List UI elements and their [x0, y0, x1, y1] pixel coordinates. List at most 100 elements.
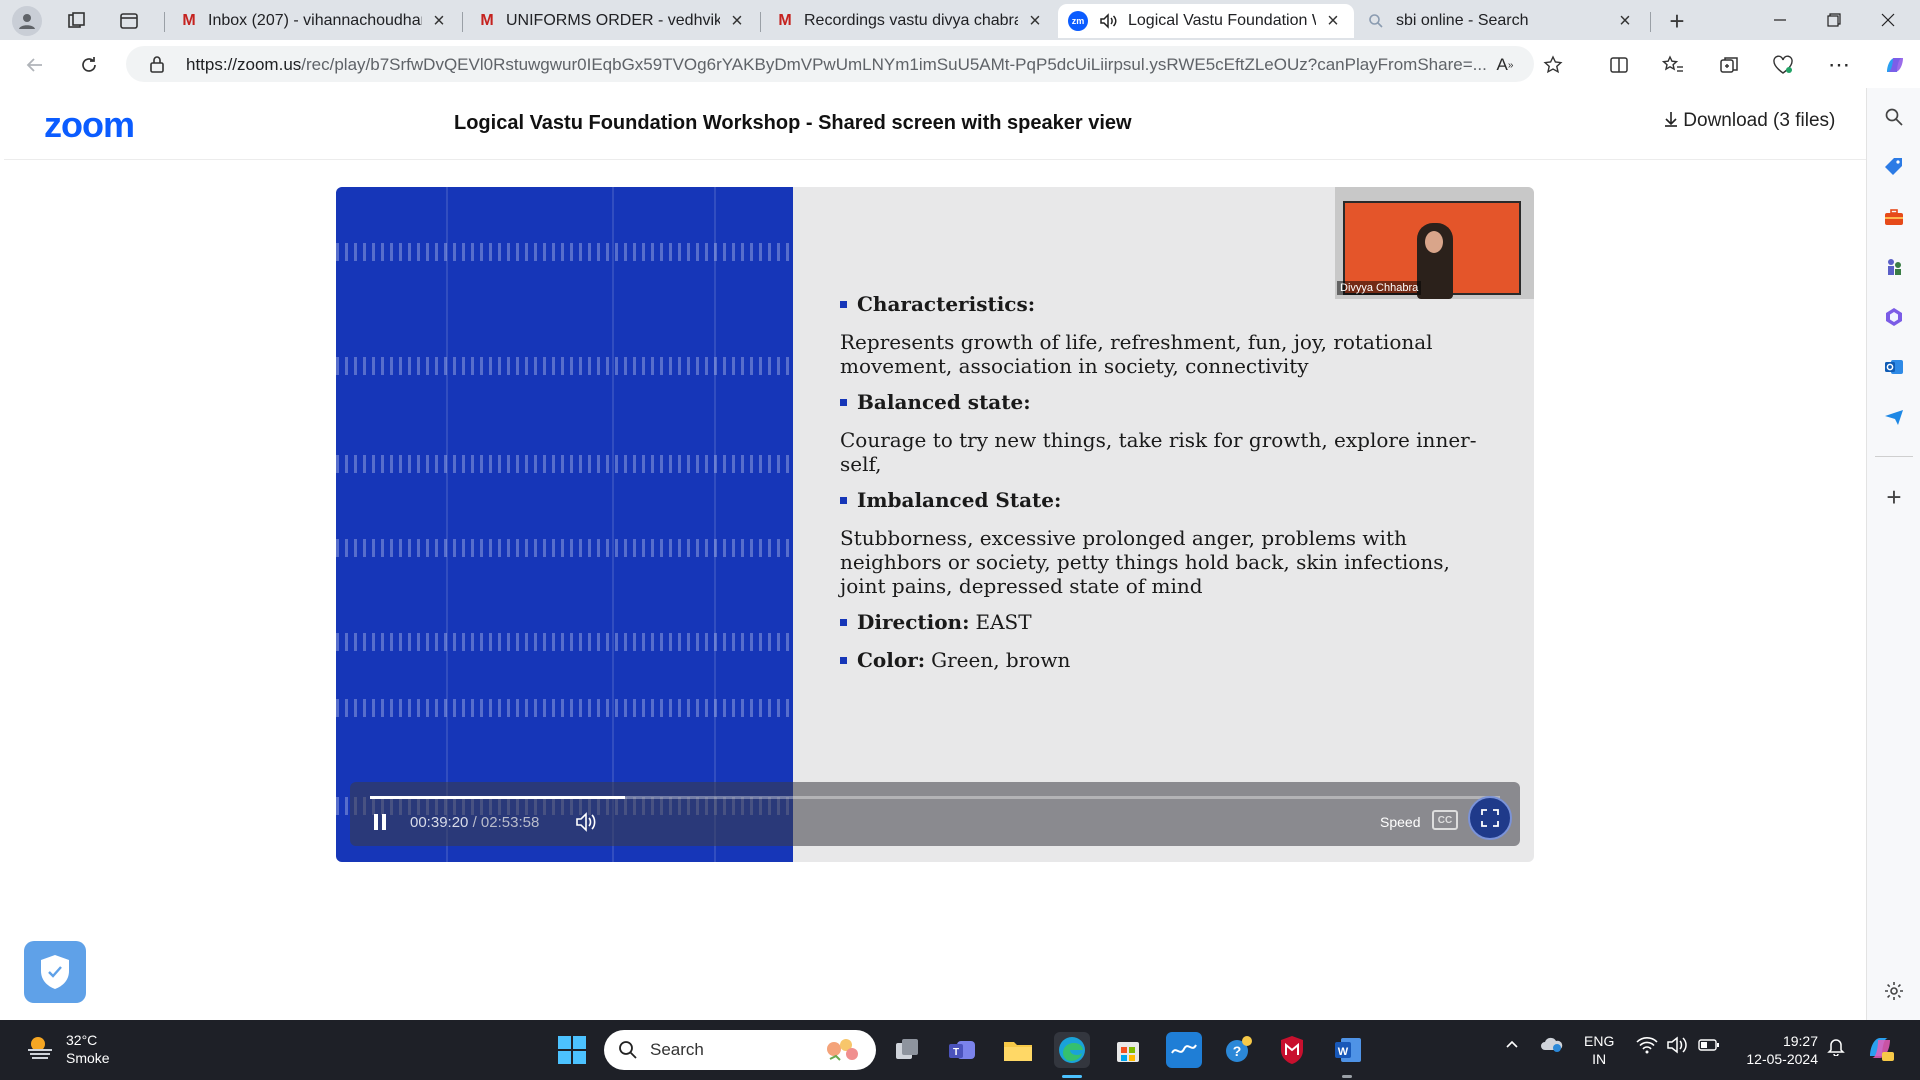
close-window-icon[interactable] — [1858, 0, 1918, 40]
tab-recordings[interactable]: M Recordings vastu divya chabra - × — [766, 4, 1056, 38]
speaker-audio-icon[interactable] — [1098, 11, 1120, 31]
mcafee-shield-icon[interactable] — [1274, 1032, 1310, 1068]
texture-line — [714, 187, 716, 862]
bullet-square-icon — [840, 398, 847, 406]
workspaces-icon[interactable] — [64, 8, 90, 34]
search-placeholder: Search — [650, 1040, 704, 1059]
slide-bullet: Color: Green, brown — [840, 648, 1480, 672]
onedrive-cloud-icon[interactable] — [1540, 1034, 1564, 1058]
add-plus-icon[interactable]: + — [1881, 482, 1907, 512]
tools-briefcase-icon[interactable] — [1881, 204, 1907, 230]
outlook-icon[interactable] — [1881, 354, 1907, 380]
teams-icon[interactable]: T — [944, 1032, 980, 1068]
clock[interactable]: 19:27 12-05-2024 — [1740, 1032, 1818, 1068]
texture-band — [336, 539, 793, 557]
zoom-icon: zm — [1068, 11, 1088, 31]
new-tab-plus-icon[interactable]: + — [1664, 6, 1690, 36]
wifi-icon[interactable] — [1636, 1036, 1658, 1058]
close-tab-icon[interactable]: × — [1024, 10, 1046, 33]
url-text[interactable]: https://zoom.us/rec/play/b7SrfwDvQEVl0Rs… — [186, 55, 1486, 75]
security-shield-icon[interactable] — [24, 941, 86, 1003]
language-top: ENG — [1584, 1033, 1615, 1049]
tab-logical-vastu-active[interactable]: zm Logical Vastu Foundation W × — [1058, 4, 1354, 38]
more-options-icon[interactable]: ⋯ — [1826, 52, 1852, 78]
running-app-indicator — [1342, 1075, 1352, 1078]
file-explorer-icon[interactable] — [1000, 1032, 1036, 1068]
pause-button[interactable] — [370, 812, 390, 832]
duration: 02:53:58 — [480, 814, 540, 831]
copilot-taskbar-icon[interactable] — [1864, 1032, 1896, 1068]
edge-browser-icon[interactable] — [1054, 1032, 1090, 1068]
texture-line — [612, 187, 614, 862]
color-label: Color: — [857, 648, 926, 672]
weather-widget[interactable]: 32°C Smoke — [24, 1030, 110, 1067]
speed-button[interactable]: Speed — [1380, 814, 1420, 830]
read-aloud-icon[interactable]: A» — [1492, 52, 1518, 78]
favorites-icon[interactable] — [1660, 52, 1686, 78]
minimize-icon[interactable] — [1750, 0, 1810, 40]
taskbar-search-box[interactable]: Search — [604, 1030, 876, 1070]
download-button[interactable]: Download (3 files) — [1664, 110, 1835, 132]
games-chess-icon[interactable] — [1881, 254, 1907, 280]
bullet-square-icon — [840, 618, 847, 626]
collections-icon[interactable] — [1716, 52, 1742, 78]
balanced-text: Courage to try new things, take risk for… — [840, 428, 1477, 476]
volume-tray-icon[interactable] — [1666, 1036, 1688, 1058]
windows-start-icon[interactable] — [554, 1032, 590, 1068]
back-arrow-icon[interactable] — [20, 50, 50, 80]
microsoft-365-icon[interactable] — [1881, 304, 1907, 330]
tab-gmail-inbox[interactable]: M Inbox (207) - vihannachoudharry × — [170, 4, 460, 38]
close-tab-icon[interactable]: × — [1322, 10, 1344, 33]
progress-track[interactable] — [370, 796, 1500, 799]
microsoft-store-icon[interactable] — [1110, 1032, 1146, 1068]
settings-gear-icon[interactable] — [1881, 978, 1907, 1004]
send-drop-icon[interactable] — [1881, 404, 1907, 430]
speaker-face — [1425, 231, 1443, 253]
slide-bullet: Balanced state: — [840, 390, 1480, 414]
shopping-tag-icon[interactable] — [1881, 154, 1907, 180]
notification-bell-icon[interactable] — [1826, 1036, 1846, 1060]
show-hidden-icons-chevron-icon[interactable] — [1504, 1036, 1520, 1056]
direction-value: EAST — [975, 610, 1032, 634]
search-icon[interactable] — [1881, 104, 1907, 130]
profile-avatar-icon[interactable] — [12, 6, 42, 36]
tab-title: Recordings vastu divya chabra - — [804, 12, 1018, 29]
time-separator: / — [472, 814, 477, 831]
split-screen-icon[interactable] — [1606, 52, 1632, 78]
zoom-logo[interactable]: zoom — [44, 104, 135, 146]
flowers-doodle-icon — [822, 1035, 862, 1065]
help-tips-icon[interactable]: ? — [1220, 1032, 1256, 1068]
closed-captions-button[interactable]: CC — [1432, 810, 1458, 830]
imbalanced-label: Imbalanced State: — [857, 488, 1062, 512]
svg-text:T: T — [953, 1047, 959, 1058]
task-view-icon[interactable] — [890, 1032, 926, 1068]
word-icon[interactable]: W — [1330, 1032, 1366, 1068]
language-indicator[interactable]: ENG IN — [1584, 1032, 1614, 1068]
gmail-icon: M — [182, 12, 196, 29]
close-tab-icon[interactable]: × — [1614, 10, 1636, 33]
tab-sbi-search[interactable]: sbi online - Search × — [1358, 4, 1646, 38]
speaker-video-thumbnail[interactable]: Divyya Chhabra — [1335, 187, 1534, 299]
battery-icon[interactable] — [1698, 1038, 1720, 1056]
tab-actions-icon[interactable] — [116, 8, 142, 34]
mylic-app-icon[interactable] — [1166, 1032, 1202, 1068]
search-icon — [618, 1040, 638, 1060]
gmail-icon: M — [778, 12, 792, 29]
volume-icon[interactable] — [574, 810, 598, 834]
active-app-indicator — [1062, 1075, 1082, 1078]
svg-text:W: W — [1338, 1046, 1349, 1058]
copilot-icon[interactable] — [1880, 50, 1910, 80]
close-tab-icon[interactable]: × — [428, 10, 450, 33]
texture-band — [336, 699, 793, 717]
temperature: 32°C — [66, 1031, 98, 1048]
browser-essentials-icon[interactable] — [1770, 52, 1796, 78]
tab-uniforms-order[interactable]: M UNIFORMS ORDER - vedhvikcrea × — [468, 4, 758, 38]
refresh-icon[interactable] — [74, 50, 104, 80]
fullscreen-icon — [1481, 809, 1499, 827]
close-tab-icon[interactable]: × — [726, 10, 748, 33]
fullscreen-button[interactable] — [1468, 796, 1512, 840]
video-player[interactable]: Characteristics: Represents growth of li… — [336, 187, 1534, 862]
restore-icon[interactable] — [1804, 0, 1864, 40]
favorite-star-icon[interactable] — [1540, 52, 1566, 78]
lock-icon[interactable] — [142, 49, 172, 79]
